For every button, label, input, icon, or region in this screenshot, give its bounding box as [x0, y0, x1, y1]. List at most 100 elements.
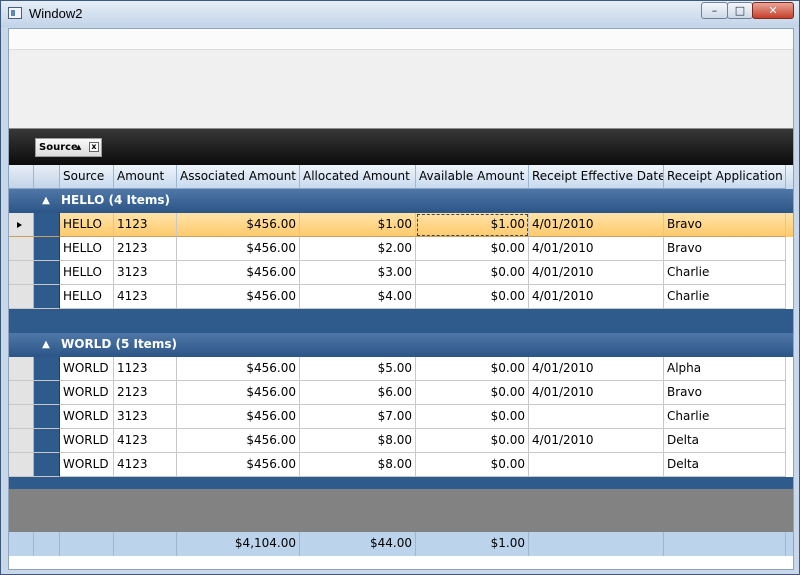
- cell-amount[interactable]: 3123: [114, 261, 177, 285]
- cell-source[interactable]: WORLD: [60, 429, 114, 453]
- cell-available-amount[interactable]: $0.00: [416, 261, 529, 285]
- group-collapse-icon[interactable]: ▲: [37, 189, 55, 213]
- cell-source[interactable]: HELLO: [60, 261, 114, 285]
- cell-amount[interactable]: 2123: [114, 381, 177, 405]
- cell-source[interactable]: WORLD: [60, 453, 114, 477]
- table-row[interactable]: WORLD 4123 $456.00 $8.00 $0.00 Delta: [9, 453, 793, 477]
- cell-available-amount[interactable]: $0.00: [416, 429, 529, 453]
- cell-associated-amount[interactable]: $456.00: [177, 237, 300, 261]
- cell-source[interactable]: WORLD: [60, 405, 114, 429]
- totals-source: [60, 532, 114, 556]
- cell-associated-amount[interactable]: $456.00: [177, 429, 300, 453]
- remove-group-icon[interactable]: x: [89, 142, 99, 152]
- cell-allocated-amount[interactable]: $4.00: [300, 285, 416, 309]
- group-header-row[interactable]: ▲ WORLD (5 Items): [9, 333, 793, 357]
- cell-receipt-application[interactable]: Bravo: [664, 237, 786, 261]
- column-header-receipt-effective-date[interactable]: Receipt Effective Date: [529, 165, 664, 189]
- cell-source[interactable]: WORLD: [60, 381, 114, 405]
- cell-amount[interactable]: 1123: [114, 213, 177, 237]
- cell-receipt-application[interactable]: Bravo: [664, 213, 786, 237]
- cell-associated-amount[interactable]: $456.00: [177, 381, 300, 405]
- table-row[interactable]: WORLD 3123 $456.00 $7.00 $0.00 Charlie: [9, 405, 793, 429]
- cell-associated-amount[interactable]: $456.00: [177, 357, 300, 381]
- cell-receipt-effective-date[interactable]: [529, 453, 664, 477]
- maximize-button[interactable]: □: [727, 2, 753, 19]
- cell-receipt-application[interactable]: Charlie: [664, 261, 786, 285]
- cell-amount[interactable]: 2123: [114, 237, 177, 261]
- cell-available-amount[interactable]: $0.00: [416, 405, 529, 429]
- cell-available-amount[interactable]: $0.00: [416, 357, 529, 381]
- row-selector[interactable]: [9, 381, 34, 405]
- cell-allocated-amount[interactable]: $8.00: [300, 429, 416, 453]
- group-header-row[interactable]: ▲ HELLO (4 Items): [9, 189, 793, 213]
- row-selector[interactable]: [9, 285, 34, 309]
- column-header-available-amount[interactable]: Available Amount: [416, 165, 529, 189]
- row-selector[interactable]: [9, 405, 34, 429]
- cell-associated-amount[interactable]: $456.00: [177, 453, 300, 477]
- row-selector[interactable]: [9, 357, 34, 381]
- minimize-button[interactable]: –: [701, 2, 728, 19]
- cell-receipt-effective-date[interactable]: 4/01/2010: [529, 237, 664, 261]
- group-collapse-icon[interactable]: ▲: [37, 333, 55, 357]
- table-row[interactable]: WORLD 1123 $456.00 $5.00 $0.00 4/01/2010 Alpha: [9, 357, 793, 381]
- table-row[interactable]: HELLO 1123 $456.00 $1.00 $1.00 4/01/2010 Bravo: [9, 213, 793, 237]
- table-row[interactable]: HELLO 3123 $456.00 $3.00 $0.00 4/01/2010 Charl…: [9, 261, 793, 285]
- group-chip-source[interactable]: Source ▲ x: [35, 138, 102, 157]
- table-row[interactable]: WORLD 2123 $456.00 $6.00 $0.00 4/01/2010 Bravo: [9, 381, 793, 405]
- cell-source[interactable]: WORLD: [60, 357, 114, 381]
- row-selector[interactable]: [9, 237, 34, 261]
- column-header-amount[interactable]: Amount: [114, 165, 177, 189]
- cell-amount[interactable]: 1123: [114, 357, 177, 381]
- total-associated-amount: $4,104.00: [177, 532, 300, 556]
- cell-receipt-application[interactable]: Charlie: [664, 285, 786, 309]
- cell-allocated-amount[interactable]: $5.00: [300, 357, 416, 381]
- cell-allocated-amount[interactable]: $1.00: [300, 213, 416, 237]
- cell-associated-amount[interactable]: $456.00: [177, 285, 300, 309]
- row-selector[interactable]: [9, 453, 34, 477]
- cell-available-amount[interactable]: $0.00: [416, 237, 529, 261]
- cell-allocated-amount[interactable]: $7.00: [300, 405, 416, 429]
- cell-amount[interactable]: 3123: [114, 405, 177, 429]
- cell-receipt-effective-date[interactable]: 4/01/2010: [529, 285, 664, 309]
- cell-receipt-effective-date[interactable]: 4/01/2010: [529, 429, 664, 453]
- table-row[interactable]: WORLD 4123 $456.00 $8.00 $0.00 4/01/2010 Delta: [9, 429, 793, 453]
- cell-allocated-amount[interactable]: $6.00: [300, 381, 416, 405]
- cell-associated-amount[interactable]: $456.00: [177, 405, 300, 429]
- table-row[interactable]: HELLO 4123 $456.00 $4.00 $0.00 4/01/2010 Charl…: [9, 285, 793, 309]
- cell-source[interactable]: HELLO: [60, 237, 114, 261]
- close-button[interactable]: ✕: [752, 2, 794, 19]
- cell-allocated-amount[interactable]: $2.00: [300, 237, 416, 261]
- cell-allocated-amount[interactable]: $3.00: [300, 261, 416, 285]
- column-header-associated-amount[interactable]: Associated Amount: [177, 165, 300, 189]
- cell-available-amount[interactable]: $0.00: [416, 453, 529, 477]
- cell-amount[interactable]: 4123: [114, 453, 177, 477]
- cell-available-amount[interactable]: $0.00: [416, 285, 529, 309]
- cell-source[interactable]: HELLO: [60, 213, 114, 237]
- row-selector[interactable]: [9, 261, 34, 285]
- cell-receipt-effective-date[interactable]: 4/01/2010: [529, 357, 664, 381]
- cell-amount[interactable]: 4123: [114, 285, 177, 309]
- row-selector[interactable]: [9, 213, 34, 237]
- title-bar[interactable]: Window2 – □ ✕: [1, 1, 799, 27]
- cell-receipt-application[interactable]: Delta: [664, 453, 786, 477]
- column-header-allocated-amount[interactable]: Allocated Amount: [300, 165, 416, 189]
- cell-receipt-effective-date[interactable]: 4/01/2010: [529, 213, 664, 237]
- column-header-receipt-application[interactable]: Receipt Application: [664, 165, 786, 189]
- cell-available-amount[interactable]: $0.00: [416, 381, 529, 405]
- row-selector[interactable]: [9, 429, 34, 453]
- column-header-source[interactable]: Source: [60, 165, 114, 189]
- cell-associated-amount[interactable]: $456.00: [177, 213, 300, 237]
- cell-source[interactable]: HELLO: [60, 285, 114, 309]
- table-row[interactable]: HELLO 2123 $456.00 $2.00 $0.00 4/01/2010 Bravo: [9, 237, 793, 261]
- cell-amount[interactable]: 4123: [114, 429, 177, 453]
- cell-available-amount[interactable]: $1.00: [416, 213, 529, 237]
- cell-receipt-effective-date[interactable]: [529, 405, 664, 429]
- cell-receipt-application[interactable]: Alpha: [664, 357, 786, 381]
- cell-associated-amount[interactable]: $456.00: [177, 261, 300, 285]
- cell-receipt-application[interactable]: Bravo: [664, 381, 786, 405]
- cell-receipt-effective-date[interactable]: 4/01/2010: [529, 381, 664, 405]
- cell-receipt-effective-date[interactable]: 4/01/2010: [529, 261, 664, 285]
- cell-receipt-application[interactable]: Delta: [664, 429, 786, 453]
- cell-receipt-application[interactable]: Charlie: [664, 405, 786, 429]
- cell-allocated-amount[interactable]: $8.00: [300, 453, 416, 477]
